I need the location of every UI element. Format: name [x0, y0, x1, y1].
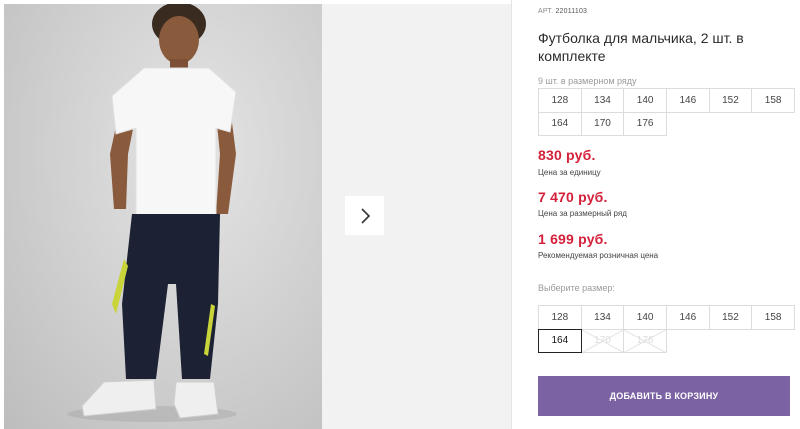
- row-price-caption: Цена за размерный ряд: [538, 209, 627, 218]
- size-option[interactable]: 152: [708, 305, 753, 330]
- unit-price: 830 руб.: [538, 147, 596, 163]
- size-row-cell: 134: [580, 88, 625, 113]
- size-option[interactable]: 128: [538, 305, 582, 330]
- crossed-out-icon: [624, 329, 666, 352]
- size-row-cell: 176: [623, 111, 667, 136]
- product-gallery: [0, 0, 511, 429]
- size-selector: 128 134 140 146 152 158 164 170 176: [538, 305, 795, 353]
- size-option-unavailable: 170: [580, 328, 625, 353]
- size-option-selected[interactable]: 164: [538, 328, 582, 353]
- boy-model-illustration: [67, 4, 237, 422]
- size-row-cell: 170: [580, 111, 625, 136]
- choose-size-label: Выберите размер:: [538, 283, 615, 293]
- retail-price-caption: Рекомендуемая розничная цена: [538, 251, 659, 260]
- crossed-out-icon: [581, 329, 624, 352]
- size-option[interactable]: 134: [580, 305, 625, 330]
- size-row-cell: 152: [708, 88, 753, 113]
- chevron-right-icon: [360, 207, 370, 224]
- size-option[interactable]: 146: [665, 305, 710, 330]
- add-to-cart-button[interactable]: ДОБАВИТЬ В КОРЗИНУ: [538, 376, 790, 416]
- size-row-cell: 146: [665, 88, 710, 113]
- size-row-cell: 164: [538, 111, 582, 136]
- article-value: 22011103: [555, 8, 588, 15]
- unit-price-caption: Цена за единицу: [538, 168, 601, 177]
- size-option[interactable]: 158: [751, 305, 795, 330]
- size-row-cell: 158: [751, 88, 795, 113]
- size-row-cell: 140: [623, 88, 667, 113]
- retail-price: 1 699 руб.: [538, 231, 608, 247]
- size-row-label: 9 шт. в размерном ряду: [538, 76, 637, 86]
- row-price: 7 470 руб.: [538, 189, 608, 205]
- size-option[interactable]: 140: [623, 305, 667, 330]
- product-photo[interactable]: [4, 4, 322, 429]
- size-option-unavailable: 176: [623, 328, 667, 353]
- article-number: АРТ. 22011103: [538, 8, 587, 15]
- size-row-cell: 128: [538, 88, 582, 113]
- article-label: АРТ.: [538, 8, 554, 15]
- panel-divider: [511, 0, 512, 429]
- product-title: Футболка для мальчика, 2 шт. в комплекте: [538, 30, 744, 64]
- size-row-grid: 128 134 140 146 152 158 164 170 176: [538, 88, 795, 136]
- gallery-next-button[interactable]: [345, 196, 384, 235]
